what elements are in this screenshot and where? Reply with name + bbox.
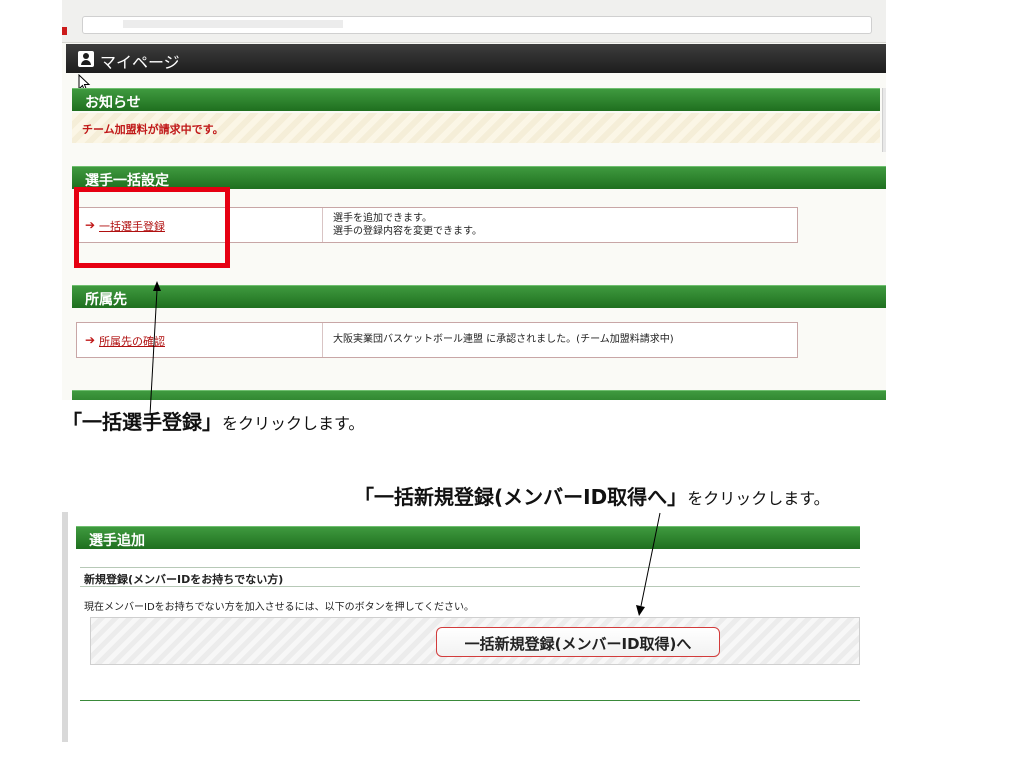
side-scroll-area bbox=[882, 88, 886, 152]
user-icon bbox=[78, 51, 94, 67]
affiliation-heading: 所属先 bbox=[72, 285, 886, 308]
red-marker bbox=[62, 27, 67, 35]
affiliation-row: ➔ 所属先の確認 大阪実業団バスケットボール連盟 に承認されました。(チーム加盟… bbox=[76, 322, 798, 358]
instruction-note-2-text: をクリックします。 bbox=[687, 489, 830, 508]
bulk-settings-heading: 選手一括設定 bbox=[72, 166, 886, 189]
bottom-divider bbox=[80, 700, 860, 701]
next-section-heading bbox=[72, 390, 886, 400]
instruction-note-2: 「一括新規登録(メンバーID取得へ」をクリックします。 bbox=[354, 481, 830, 510]
registration-instructions: 現在メンバーIDをお持ちでない方を加入させるには、以下のボタンを押してください。 bbox=[84, 602, 475, 613]
arrow-right-icon: ➔ bbox=[85, 333, 96, 347]
browser-top-strip bbox=[62, 0, 886, 43]
instruction-note-1: 「一括選手登録」をクリックします。 bbox=[62, 406, 364, 435]
bulk-register-description: 選手を追加できます。 選手の登録内容を変更できます。 bbox=[333, 213, 482, 237]
affiliation-description: 大阪実業団バスケットボール連盟 に承認されました。(チーム加盟料請求中) bbox=[333, 334, 674, 345]
highlight-box bbox=[74, 187, 230, 268]
mypage-header: マイページ bbox=[66, 44, 886, 73]
mypage-title: マイページ bbox=[100, 53, 180, 72]
screenshot-add-player: 選手追加 新規登録(メンバーIDをお持ちでない方) 現在メンバーIDをお持ちでな… bbox=[62, 512, 860, 742]
new-registration-heading: 新規登録(メンバーIDをお持ちでない方) bbox=[80, 567, 860, 587]
notice-heading: お知らせ bbox=[72, 88, 880, 111]
add-player-heading: 選手追加 bbox=[76, 526, 860, 549]
top-input-field[interactable] bbox=[82, 16, 872, 34]
bulk-new-register-button[interactable]: 一括新規登録(メンバーID取得)へ bbox=[436, 627, 720, 657]
notice-message: チーム加盟料が請求中です。 bbox=[72, 113, 880, 143]
affiliation-check-link[interactable]: 所属先の確認 bbox=[99, 333, 165, 349]
instruction-note-2-emphasis: 「一括新規登録(メンバーID取得へ」 bbox=[354, 485, 688, 509]
instruction-note-1-text: をクリックします。 bbox=[222, 414, 365, 433]
instruction-note-1-emphasis: 「一括選手登録」 bbox=[62, 410, 222, 434]
